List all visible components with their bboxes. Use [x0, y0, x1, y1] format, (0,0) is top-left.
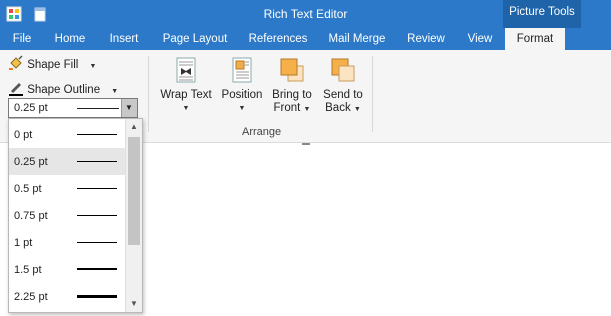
outline-weight-combo[interactable]: 0.25 pt ▼ [8, 98, 138, 118]
scroll-up-icon[interactable]: ▲ [126, 119, 142, 135]
weight-option-label: 2.25 pt [14, 291, 48, 303]
bring-to-front-label-line2: Front [273, 102, 301, 114]
group-separator [148, 56, 149, 132]
wrap-text-dropdown-icon: ▼ [182, 105, 190, 112]
tab-references[interactable]: References [242, 28, 314, 50]
outline-weight-preview [77, 108, 119, 109]
bring-to-front-button[interactable]: Bring to Front ▼ [269, 56, 315, 116]
position-label: Position [221, 89, 263, 101]
position-icon [228, 56, 256, 84]
wrap-text-button[interactable]: Wrap Text ▼ [157, 56, 215, 115]
outline-weight-dropdown-button[interactable]: ▼ [121, 99, 137, 117]
wrap-text-icon [172, 56, 200, 84]
dropdown-scrollbar[interactable]: ▲ ▼ [125, 119, 142, 312]
tab-insert[interactable]: Insert [100, 28, 148, 50]
shape-outline-button[interactable]: Shape Outline ▼ [8, 80, 118, 96]
weight-line-preview [77, 215, 117, 216]
weight-option-label: 1.5 pt [14, 264, 42, 276]
send-to-back-button[interactable]: Send to Back ▼ [321, 56, 365, 116]
paint-bucket-icon [9, 55, 23, 70]
outline-weight-value: 0.25 pt [14, 102, 48, 114]
bring-to-front-dropdown-icon: ▼ [303, 106, 311, 113]
shape-outline-dropdown-icon: ▼ [111, 88, 119, 95]
picture-tools-label: Picture Tools [503, 0, 581, 28]
tab-file[interactable]: File [4, 28, 40, 50]
send-to-back-label-line1: Send to [323, 89, 363, 101]
tab-review[interactable]: Review [400, 28, 452, 50]
weight-option-0-5pt[interactable]: 0.5 pt [9, 175, 126, 202]
weight-option-0-75pt[interactable]: 0.75 pt [9, 202, 126, 229]
tab-format[interactable]: Format [505, 28, 565, 50]
weight-line-preview [77, 268, 117, 270]
tab-view[interactable]: View [460, 28, 500, 50]
tab-mail-merge[interactable]: Mail Merge [322, 28, 392, 50]
scroll-down-icon[interactable]: ▼ [126, 296, 142, 312]
shape-fill-label: Shape Fill [27, 59, 79, 71]
chevron-down-icon: ▼ [125, 103, 133, 112]
outline-weight-dropdown-list: 0 pt 0.25 pt 0.5 pt 0.75 pt 1 pt 1.5 pt … [8, 118, 143, 313]
ribbon-tabs: File Home Insert Page Layout References … [0, 28, 611, 50]
weight-option-label: 0.25 pt [14, 156, 48, 168]
position-dropdown-icon: ▼ [238, 105, 246, 112]
weight-line-preview [77, 161, 117, 162]
weight-option-1pt[interactable]: 1 pt [9, 229, 126, 256]
weight-line-preview [77, 134, 117, 135]
shape-fill-dropdown-icon: ▼ [89, 63, 97, 70]
arrange-group-label: Arrange [242, 126, 282, 138]
weight-option-label: 0 pt [14, 129, 33, 141]
weight-line-preview [77, 242, 117, 243]
weight-option-2-25pt[interactable]: 2.25 pt [9, 283, 126, 310]
weight-option-label: 0.5 pt [14, 183, 42, 195]
weight-option-0-25pt[interactable]: 0.25 pt [9, 148, 126, 175]
send-to-back-dropdown-icon: ▼ [353, 106, 361, 113]
shape-fill-button[interactable]: Shape Fill ▼ [8, 55, 96, 71]
pen-outline-icon [9, 83, 23, 96]
bring-to-front-icon [278, 56, 306, 84]
shape-outline-label: Shape Outline [27, 84, 101, 96]
weight-line-preview [77, 295, 117, 298]
tab-page-layout[interactable]: Page Layout [156, 28, 234, 50]
weight-option-0pt[interactable]: 0 pt [9, 121, 126, 148]
ribbon-collapse-handle[interactable] [302, 143, 310, 145]
scrollbar-thumb[interactable] [128, 137, 140, 245]
weight-option-label: 1 pt [14, 237, 33, 249]
send-to-back-icon [329, 56, 357, 84]
weight-option-1-5pt[interactable]: 1.5 pt [9, 256, 126, 283]
group-separator [372, 56, 373, 132]
wrap-text-label: Wrap Text [160, 89, 212, 101]
weight-line-preview [77, 188, 117, 189]
position-button[interactable]: Position ▼ [221, 56, 263, 115]
weight-option-label: 0.75 pt [14, 210, 48, 222]
bring-to-front-label-line1: Bring to [272, 89, 312, 101]
tab-home[interactable]: Home [48, 28, 92, 50]
send-to-back-label-line2: Back [325, 102, 351, 114]
